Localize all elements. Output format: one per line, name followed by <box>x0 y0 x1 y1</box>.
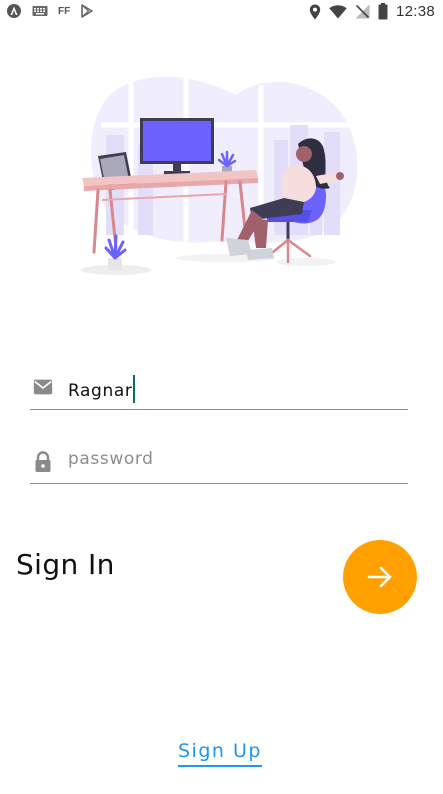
ff-icon: FF <box>58 5 71 17</box>
email-underline <box>30 409 408 410</box>
email-value: Ragnar <box>68 375 136 403</box>
app-icon <box>6 3 22 19</box>
password-placeholder: password <box>68 449 154 469</box>
email-text: Ragnar <box>68 381 133 401</box>
mail-icon <box>32 376 56 400</box>
battery-icon <box>378 3 388 20</box>
email-field[interactable]: Ragnar <box>30 370 408 410</box>
play-store-icon <box>80 4 94 18</box>
keyboard-icon <box>32 5 48 17</box>
password-field[interactable]: password <box>30 444 408 484</box>
wifi-icon <box>329 4 347 19</box>
location-icon <box>309 4 321 20</box>
signin-title: Sign In <box>16 548 115 581</box>
signup-link[interactable]: Sign Up <box>178 740 262 767</box>
arrow-right-icon <box>365 562 395 592</box>
password-underline <box>30 483 408 484</box>
status-right-icons: 12:38 <box>309 3 435 20</box>
signin-button[interactable] <box>343 540 417 614</box>
text-caret <box>133 375 136 403</box>
no-signal-icon <box>355 4 370 19</box>
status-bar: FF 12:38 <box>0 0 443 26</box>
lock-icon <box>32 450 56 474</box>
status-time: 12:38 <box>395 3 435 20</box>
work-desk-illustration <box>76 70 366 285</box>
status-left-icons: FF <box>6 3 94 19</box>
